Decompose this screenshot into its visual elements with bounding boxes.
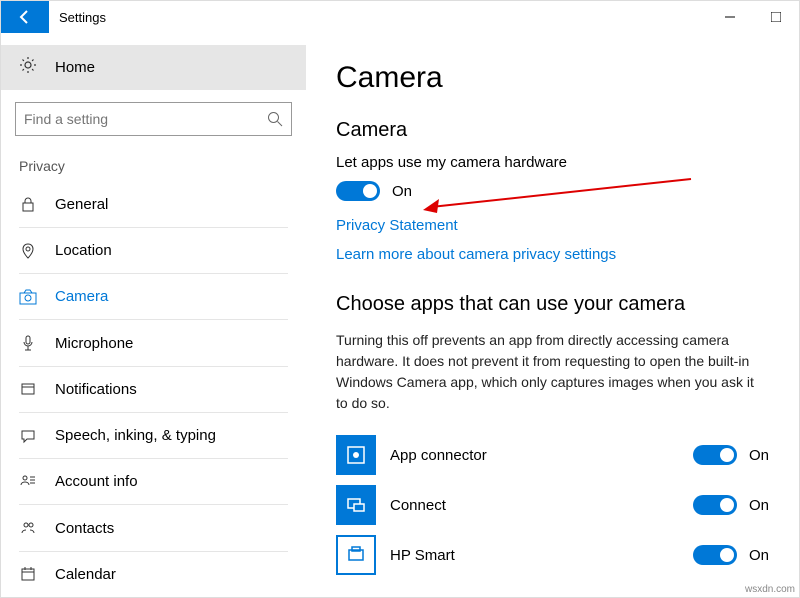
sidebar-item-label: Calendar bbox=[55, 566, 116, 583]
camera-icon bbox=[19, 288, 37, 306]
app-toggle-state: On bbox=[749, 497, 769, 514]
app-toggle[interactable] bbox=[693, 545, 737, 565]
privacy-statement-link[interactable]: Privacy Statement bbox=[336, 217, 769, 234]
sidebar-item-label: Notifications bbox=[55, 381, 137, 398]
account-icon bbox=[19, 473, 37, 491]
arrow-left-icon bbox=[17, 9, 33, 25]
window-controls bbox=[707, 1, 799, 33]
sidebar-item-label: Account info bbox=[55, 473, 138, 490]
app-name: Connect bbox=[390, 497, 446, 514]
minimize-icon bbox=[725, 12, 735, 22]
permission-description: Let apps use my camera hardware bbox=[336, 154, 769, 171]
minimize-button[interactable] bbox=[707, 1, 753, 33]
app-name: HP Smart bbox=[390, 547, 455, 564]
microphone-icon bbox=[19, 334, 37, 352]
lock-icon bbox=[19, 195, 37, 213]
sidebar-item-camera[interactable]: Camera bbox=[1, 274, 306, 319]
maximize-icon bbox=[771, 12, 781, 22]
content-area: Home Privacy General Location Camera Mic… bbox=[1, 33, 799, 597]
hp-smart-icon bbox=[336, 535, 376, 575]
choose-apps-title: Choose apps that can use your camera bbox=[336, 293, 769, 316]
location-icon bbox=[19, 242, 37, 260]
choose-apps-description: Turning this off prevents an app from di… bbox=[336, 330, 769, 414]
sidebar-item-label: Microphone bbox=[55, 335, 133, 352]
sidebar-item-general[interactable]: General bbox=[1, 182, 306, 227]
learn-more-link[interactable]: Learn more about camera privacy settings bbox=[336, 246, 769, 263]
toggle-state-label: On bbox=[392, 183, 412, 200]
gear-icon bbox=[19, 56, 37, 79]
back-button[interactable] bbox=[1, 1, 49, 33]
app-connector-icon bbox=[336, 435, 376, 475]
app-row: Connect On bbox=[336, 480, 769, 530]
sidebar: Home Privacy General Location Camera Mic… bbox=[1, 33, 306, 597]
camera-master-toggle-row: On bbox=[336, 181, 769, 201]
sidebar-item-label: Camera bbox=[55, 288, 108, 305]
app-toggle-state: On bbox=[749, 447, 769, 464]
sidebar-item-label: Speech, inking, & typing bbox=[55, 427, 216, 444]
speech-icon bbox=[19, 427, 37, 445]
main-panel: Camera Camera Let apps use my camera har… bbox=[306, 33, 799, 597]
maximize-button[interactable] bbox=[753, 1, 799, 33]
app-toggle-state: On bbox=[749, 547, 769, 564]
sidebar-item-location[interactable]: Location bbox=[1, 228, 306, 273]
sidebar-item-speech[interactable]: Speech, inking, & typing bbox=[1, 413, 306, 458]
home-button[interactable]: Home bbox=[1, 45, 306, 90]
category-label: Privacy bbox=[1, 136, 306, 182]
contacts-icon bbox=[19, 519, 37, 537]
sidebar-item-label: General bbox=[55, 196, 108, 213]
window-title: Settings bbox=[59, 10, 106, 25]
app-toggle[interactable] bbox=[693, 495, 737, 515]
sidebar-item-microphone[interactable]: Microphone bbox=[1, 320, 306, 365]
sidebar-item-contacts[interactable]: Contacts bbox=[1, 505, 306, 550]
home-label: Home bbox=[55, 59, 95, 76]
search-input[interactable] bbox=[24, 111, 267, 127]
notifications-icon bbox=[19, 380, 37, 398]
camera-master-toggle[interactable] bbox=[336, 181, 380, 201]
calendar-icon bbox=[19, 565, 37, 583]
app-row: App connector On bbox=[336, 430, 769, 480]
app-row: HP Smart On bbox=[336, 530, 769, 580]
app-name: App connector bbox=[390, 447, 487, 464]
sidebar-item-label: Location bbox=[55, 242, 112, 259]
section-title: Camera bbox=[336, 119, 769, 142]
page-title: Camera bbox=[336, 61, 769, 95]
search-icon bbox=[267, 111, 283, 127]
titlebar: Settings bbox=[1, 1, 799, 33]
sidebar-item-account[interactable]: Account info bbox=[1, 459, 306, 504]
sidebar-item-notifications[interactable]: Notifications bbox=[1, 367, 306, 412]
watermark: wsxdn.com bbox=[745, 584, 795, 595]
connect-icon bbox=[336, 485, 376, 525]
sidebar-item-label: Contacts bbox=[55, 520, 114, 537]
app-toggle[interactable] bbox=[693, 445, 737, 465]
search-box[interactable] bbox=[15, 102, 292, 135]
sidebar-item-calendar[interactable]: Calendar bbox=[1, 552, 306, 597]
